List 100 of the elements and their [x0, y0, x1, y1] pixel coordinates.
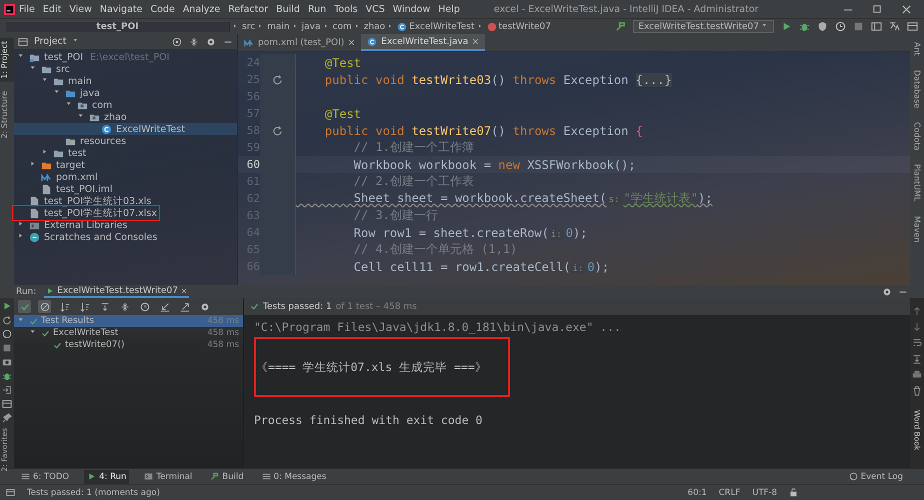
tree-item[interactable]: java — [14, 87, 237, 99]
menu-item[interactable]: Build — [272, 4, 304, 14]
run-gutter-icon[interactable] — [272, 74, 283, 85]
test-row[interactable]: Test Results 458 ms — [14, 315, 243, 327]
coverage-icon[interactable] — [817, 21, 828, 32]
tool-window-tab[interactable]: Maven — [912, 214, 922, 244]
close-icon[interactable] — [348, 39, 356, 46]
camera-icon[interactable] — [2, 357, 12, 367]
tree-item[interactable]: test_POI学生统计07.xlsx — [14, 207, 158, 219]
tool-window-tab[interactable]: Ant — [912, 40, 922, 58]
soft-wrap-icon[interactable] — [912, 338, 922, 348]
close-icon[interactable] — [180, 288, 187, 294]
menu-item[interactable]: Window — [388, 4, 434, 14]
rerun-icon[interactable] — [2, 301, 12, 311]
show-ignored-button[interactable] — [38, 300, 51, 313]
breadcrumb[interactable]: main — [267, 22, 290, 32]
rerun-failed-icon[interactable] — [2, 315, 12, 325]
menu-item[interactable]: View — [65, 4, 96, 14]
stop-icon[interactable] — [2, 343, 12, 353]
breadcrumb[interactable]: src — [242, 22, 256, 32]
hammer-icon[interactable] — [615, 21, 626, 32]
tree-item[interactable]: test_POI学生统计03.xls — [14, 195, 237, 207]
tree-item[interactable]: com — [14, 99, 237, 111]
debug-icon[interactable] — [799, 21, 810, 32]
event-log-tab[interactable]: Event Log — [846, 470, 906, 484]
profiler-icon[interactable] — [835, 21, 846, 32]
caret-position[interactable]: 60:1 — [688, 488, 707, 498]
tree-item[interactable]: target — [14, 159, 237, 171]
layout-icon[interactable] — [907, 21, 918, 32]
tree-item[interactable]: resources — [14, 135, 237, 147]
maximize-icon[interactable] — [872, 4, 883, 14]
line-separator[interactable]: CRLF — [718, 488, 740, 498]
translate-icon[interactable] — [889, 21, 900, 32]
show-passed-button[interactable] — [18, 300, 31, 313]
menu-item[interactable]: Tools — [330, 4, 362, 14]
tool-windows-icon[interactable] — [6, 488, 15, 497]
project-structure-icon[interactable] — [871, 21, 882, 32]
tree-item[interactable]: pom.xml — [14, 171, 237, 183]
breadcrumb[interactable]: com — [332, 22, 352, 32]
debug-icon[interactable] — [2, 371, 12, 381]
print-icon[interactable] — [912, 370, 922, 380]
tree-item[interactable]: test_POI.iml — [14, 183, 237, 195]
menu-item[interactable]: Navigate — [96, 4, 146, 14]
scroll-to-end-icon[interactable] — [912, 354, 922, 364]
tree-item[interactable]: Scratches and Consoles — [14, 231, 237, 243]
tool-tab[interactable]: Terminal — [141, 470, 196, 484]
editor-tab[interactable]: pom.xml (test_POI) — [238, 34, 362, 51]
breadcrumb[interactable]: testWrite07 — [498, 22, 552, 32]
menu-item[interactable]: Analyze — [178, 4, 224, 14]
lock-icon[interactable] — [789, 488, 798, 496]
tree-item[interactable]: test — [14, 147, 237, 159]
clear-icon[interactable] — [912, 386, 922, 396]
test-row[interactable]: testWrite07() 458 ms — [14, 339, 243, 351]
history-button[interactable] — [138, 300, 151, 313]
pin-icon[interactable] — [2, 413, 12, 423]
file-encoding[interactable]: UTF-8 — [752, 488, 777, 498]
test-row[interactable]: ExcelWriteTest 458 ms — [14, 327, 243, 339]
exit-icon[interactable] — [2, 385, 12, 395]
sort-duration-button[interactable] — [78, 300, 91, 313]
tool-window-tab[interactable]: 2: Structure — [0, 88, 14, 142]
close-icon[interactable] — [472, 38, 480, 45]
tool-tab[interactable]: 6: TODO — [18, 470, 72, 484]
breadcrumb[interactable]: ExcelWriteTest — [409, 22, 475, 32]
locate-icon[interactable] — [172, 36, 182, 46]
down-icon[interactable] — [912, 322, 922, 332]
settings-icon[interactable] — [206, 36, 216, 46]
menu-item[interactable]: Code — [146, 4, 179, 14]
collapse-all-icon[interactable] — [189, 36, 199, 46]
tree-item[interactable]: main — [14, 75, 237, 87]
close-icon[interactable] — [901, 4, 912, 14]
editor-tab[interactable]: ExcelWriteTest.java — [361, 34, 486, 51]
menu-item[interactable]: Refactor — [224, 4, 272, 14]
tree-item[interactable]: src — [14, 63, 237, 75]
tree-item[interactable]: test_POI E:\excel\test_POI — [14, 51, 237, 63]
panel-title[interactable]: Project — [34, 36, 67, 47]
tool-window-tab[interactable]: Database — [912, 68, 922, 110]
layout-icon[interactable] — [2, 399, 12, 409]
run-gutter-icon[interactable] — [272, 125, 283, 136]
tool-tab[interactable]: Build — [207, 470, 247, 484]
tree-item[interactable]: zhao — [14, 111, 237, 123]
breadcrumb[interactable]: test_POI — [96, 22, 139, 32]
tool-window-tab[interactable]: PlantUML — [912, 162, 922, 204]
tree-item[interactable]: External Libraries — [14, 219, 237, 231]
tool-tab[interactable]: 0: Messages — [258, 470, 330, 484]
tree-item[interactable]: ExcelWriteTest — [14, 123, 237, 135]
sort-alpha-button[interactable] — [58, 300, 71, 313]
tool-window-tab[interactable]: 1: Project — [0, 38, 14, 82]
up-icon[interactable] — [912, 306, 922, 316]
settings-icon[interactable] — [882, 286, 892, 296]
menu-item[interactable]: Edit — [38, 4, 66, 14]
tool-tab[interactable]: 4: Run — [84, 470, 130, 484]
tool-window-tab[interactable]: Codota — [912, 120, 922, 152]
menu-item[interactable]: Help — [434, 4, 464, 14]
run-configuration-dropdown[interactable]: ExcelWriteTest.testWrite07 — [633, 20, 774, 33]
run-icon[interactable] — [781, 21, 792, 32]
menu-item[interactable]: File — [15, 4, 39, 14]
breadcrumb[interactable]: zhao — [364, 22, 386, 32]
menu-item[interactable]: VCS — [362, 4, 389, 14]
breadcrumb[interactable]: java — [302, 22, 320, 32]
menu-item[interactable]: Run — [304, 4, 330, 14]
